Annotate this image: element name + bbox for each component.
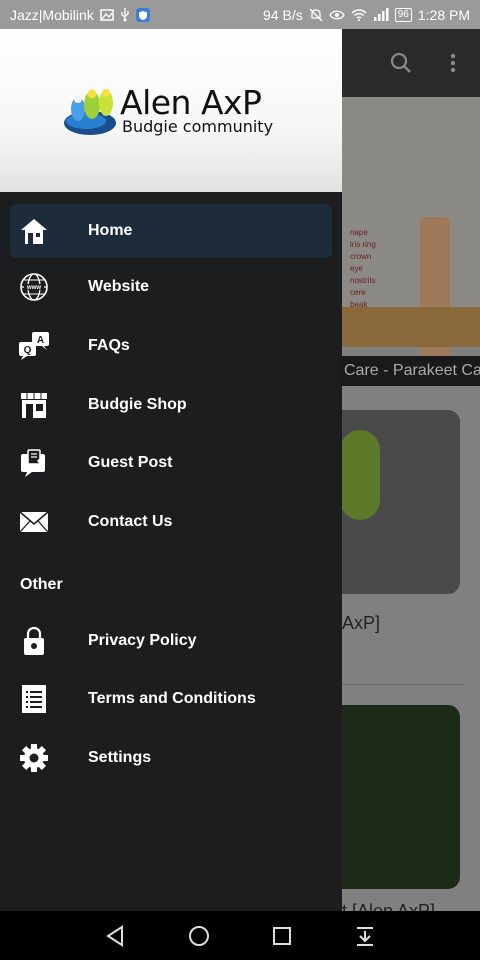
usb-icon <box>120 7 130 22</box>
svg-text:Q: Q <box>24 345 32 356</box>
eye-icon <box>328 9 345 21</box>
menu-item-label: Website <box>88 278 150 296</box>
menu-item-label: FAQs <box>88 337 130 355</box>
anatomy-label: beak <box>350 300 368 309</box>
menu-item-label: Contact Us <box>88 513 173 531</box>
bird-image <box>340 430 380 520</box>
budgie-logo-icon <box>64 89 116 135</box>
anatomy-label: crown <box>350 252 372 261</box>
carrier-label: Jazz|Mobilink <box>10 6 94 23</box>
overflow-menu-icon[interactable] <box>439 49 467 77</box>
system-nav-bar <box>0 911 480 960</box>
menu-item-label: Budgie Shop <box>88 395 187 413</box>
status-bar: Jazz|Mobilink 94 B/s 96 1:28 PM <box>0 0 480 29</box>
menu-item-faqs[interactable]: AQ FAQs <box>0 317 342 376</box>
post-title[interactable]: t [Alen AxP] <box>342 901 435 911</box>
shop-icon <box>18 389 50 421</box>
recents-icon[interactable] <box>269 923 295 949</box>
gear-icon <box>18 742 50 774</box>
menu-item-label: Guest Post <box>88 454 173 472</box>
anatomy-label: iris ring <box>350 240 376 249</box>
globe-icon: www <box>18 271 50 303</box>
menu-item-home[interactable]: Home <box>10 204 332 258</box>
anatomy-label: cere <box>350 288 366 297</box>
post-title[interactable]: AxP] <box>342 613 380 634</box>
signal-icon <box>373 8 389 21</box>
navigation-drawer: Alen AxP Budgie community Home www Websi… <box>0 29 342 911</box>
menu-item-budgie-shop[interactable]: Budgie Shop <box>0 375 342 434</box>
search-icon[interactable] <box>387 49 415 77</box>
menu-item-website[interactable]: www Website <box>0 258 342 317</box>
menu-item-terms[interactable]: Terms and Conditions <box>0 670 342 729</box>
perch-bar <box>330 307 480 347</box>
battery-indicator: 96 <box>394 7 412 22</box>
lock-icon <box>18 625 50 657</box>
drawer-header: Alen AxP Budgie community <box>0 29 342 192</box>
back-icon[interactable] <box>102 923 128 949</box>
network-speed: 94 B/s <box>263 6 303 23</box>
menu-item-settings[interactable]: Settings <box>0 729 342 788</box>
app-logo: Alen AxP Budgie community <box>64 81 284 141</box>
envelope-icon <box>18 506 50 538</box>
menu-item-contact-us[interactable]: Contact Us <box>0 493 342 552</box>
shield-app-icon <box>135 7 150 22</box>
divider <box>342 684 464 685</box>
menu-item-label: Privacy Policy <box>88 631 197 649</box>
wifi-icon <box>351 8 367 21</box>
home-icon <box>18 215 50 247</box>
anatomy-label: eye <box>350 264 363 273</box>
anatomy-label: nostrils <box>350 276 376 285</box>
svg-text:A: A <box>37 335 44 346</box>
menu-item-label: Settings <box>88 749 152 767</box>
menu-item-label: Home <box>88 222 133 239</box>
menu-item-guest-post[interactable]: Guest Post <box>0 434 342 493</box>
anatomy-labels: nape iris ring crown eye nostrils cere b… <box>350 227 376 311</box>
mute-icon <box>309 8 323 22</box>
drawer-menu: Home www Website AQ FAQs Budgie Shop Gue… <box>0 204 342 788</box>
notification-pull-icon[interactable] <box>352 923 378 949</box>
logo-subtitle: Budgie community <box>122 117 274 136</box>
home-nav-icon[interactable] <box>186 923 212 949</box>
svg-text:www: www <box>26 285 41 291</box>
clock: 1:28 PM <box>417 6 470 23</box>
faq-chat-icon: AQ <box>18 330 50 362</box>
anatomy-label: nape <box>350 228 368 237</box>
document-icon <box>18 683 50 715</box>
image-notification-icon <box>100 8 114 21</box>
menu-item-privacy-policy[interactable]: Privacy Policy <box>0 611 342 670</box>
guest-post-icon <box>18 447 50 479</box>
menu-item-label: Terms and Conditions <box>88 690 256 708</box>
section-header-other: Other <box>20 576 63 594</box>
